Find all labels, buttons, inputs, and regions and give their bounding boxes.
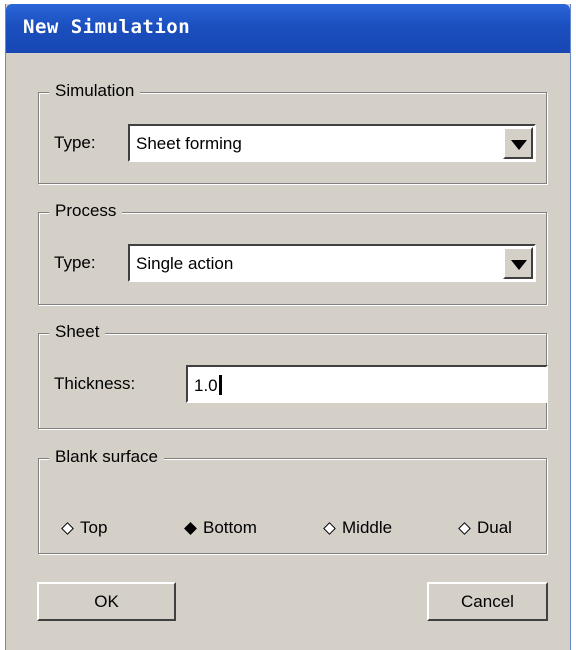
process-group-legend: Process: [49, 201, 123, 221]
simulation-type-label: Type:: [54, 133, 96, 152]
radio-bottom-label: Bottom: [203, 518, 257, 537]
title-bar[interactable]: New Simulation: [6, 4, 570, 53]
radio-top[interactable]: Top: [61, 516, 107, 540]
sheet-group-legend: Sheet: [49, 322, 106, 342]
ok-button[interactable]: OK: [37, 582, 176, 621]
process-type-dropdown[interactable]: Single action: [128, 244, 536, 282]
radio-middle[interactable]: Middle: [323, 516, 392, 540]
radio-top-label: Top: [80, 518, 108, 537]
new-simulation-dialog: New Simulation Simulation Type: Sheet fo…: [5, 4, 571, 650]
simulation-type-dropdown-button[interactable]: [503, 127, 533, 159]
simulation-group: Simulation Type: Sheet forming: [38, 81, 547, 184]
simulation-type-dropdown[interactable]: Sheet forming: [128, 124, 536, 162]
chevron-down-icon: [511, 260, 527, 270]
thickness-value: 1.0: [194, 376, 218, 395]
radio-middle-label: Middle: [342, 518, 393, 537]
blank-surface-group: Blank surface Top Bottom Middle Dual: [38, 447, 547, 554]
radio-indicator-icon: [458, 521, 471, 535]
simulation-group-legend: Simulation: [49, 81, 141, 101]
process-group: Process Type: Single action: [38, 201, 547, 305]
thickness-label: Thickness:: [54, 374, 136, 393]
blank-surface-group-legend: Blank surface: [49, 447, 164, 467]
process-type-dropdown-button[interactable]: [503, 247, 533, 279]
simulation-type-value: Sheet forming: [136, 134, 242, 153]
radio-dual[interactable]: Dual: [458, 516, 512, 540]
radio-indicator-icon: [61, 521, 74, 535]
chevron-down-icon: [511, 140, 527, 150]
thickness-input[interactable]: 1.0: [186, 365, 548, 403]
radio-dual-label: Dual: [477, 518, 512, 537]
radio-bottom[interactable]: Bottom: [184, 516, 257, 540]
text-cursor: [218, 375, 222, 395]
cancel-button[interactable]: Cancel: [427, 582, 548, 621]
radio-indicator-selected-icon: [184, 521, 197, 535]
radio-indicator-icon: [323, 521, 336, 535]
sheet-group: Sheet Thickness: 1.0: [38, 322, 548, 429]
process-type-value: Single action: [136, 254, 234, 273]
window-title: New Simulation: [23, 16, 191, 38]
process-type-label: Type:: [54, 253, 96, 272]
